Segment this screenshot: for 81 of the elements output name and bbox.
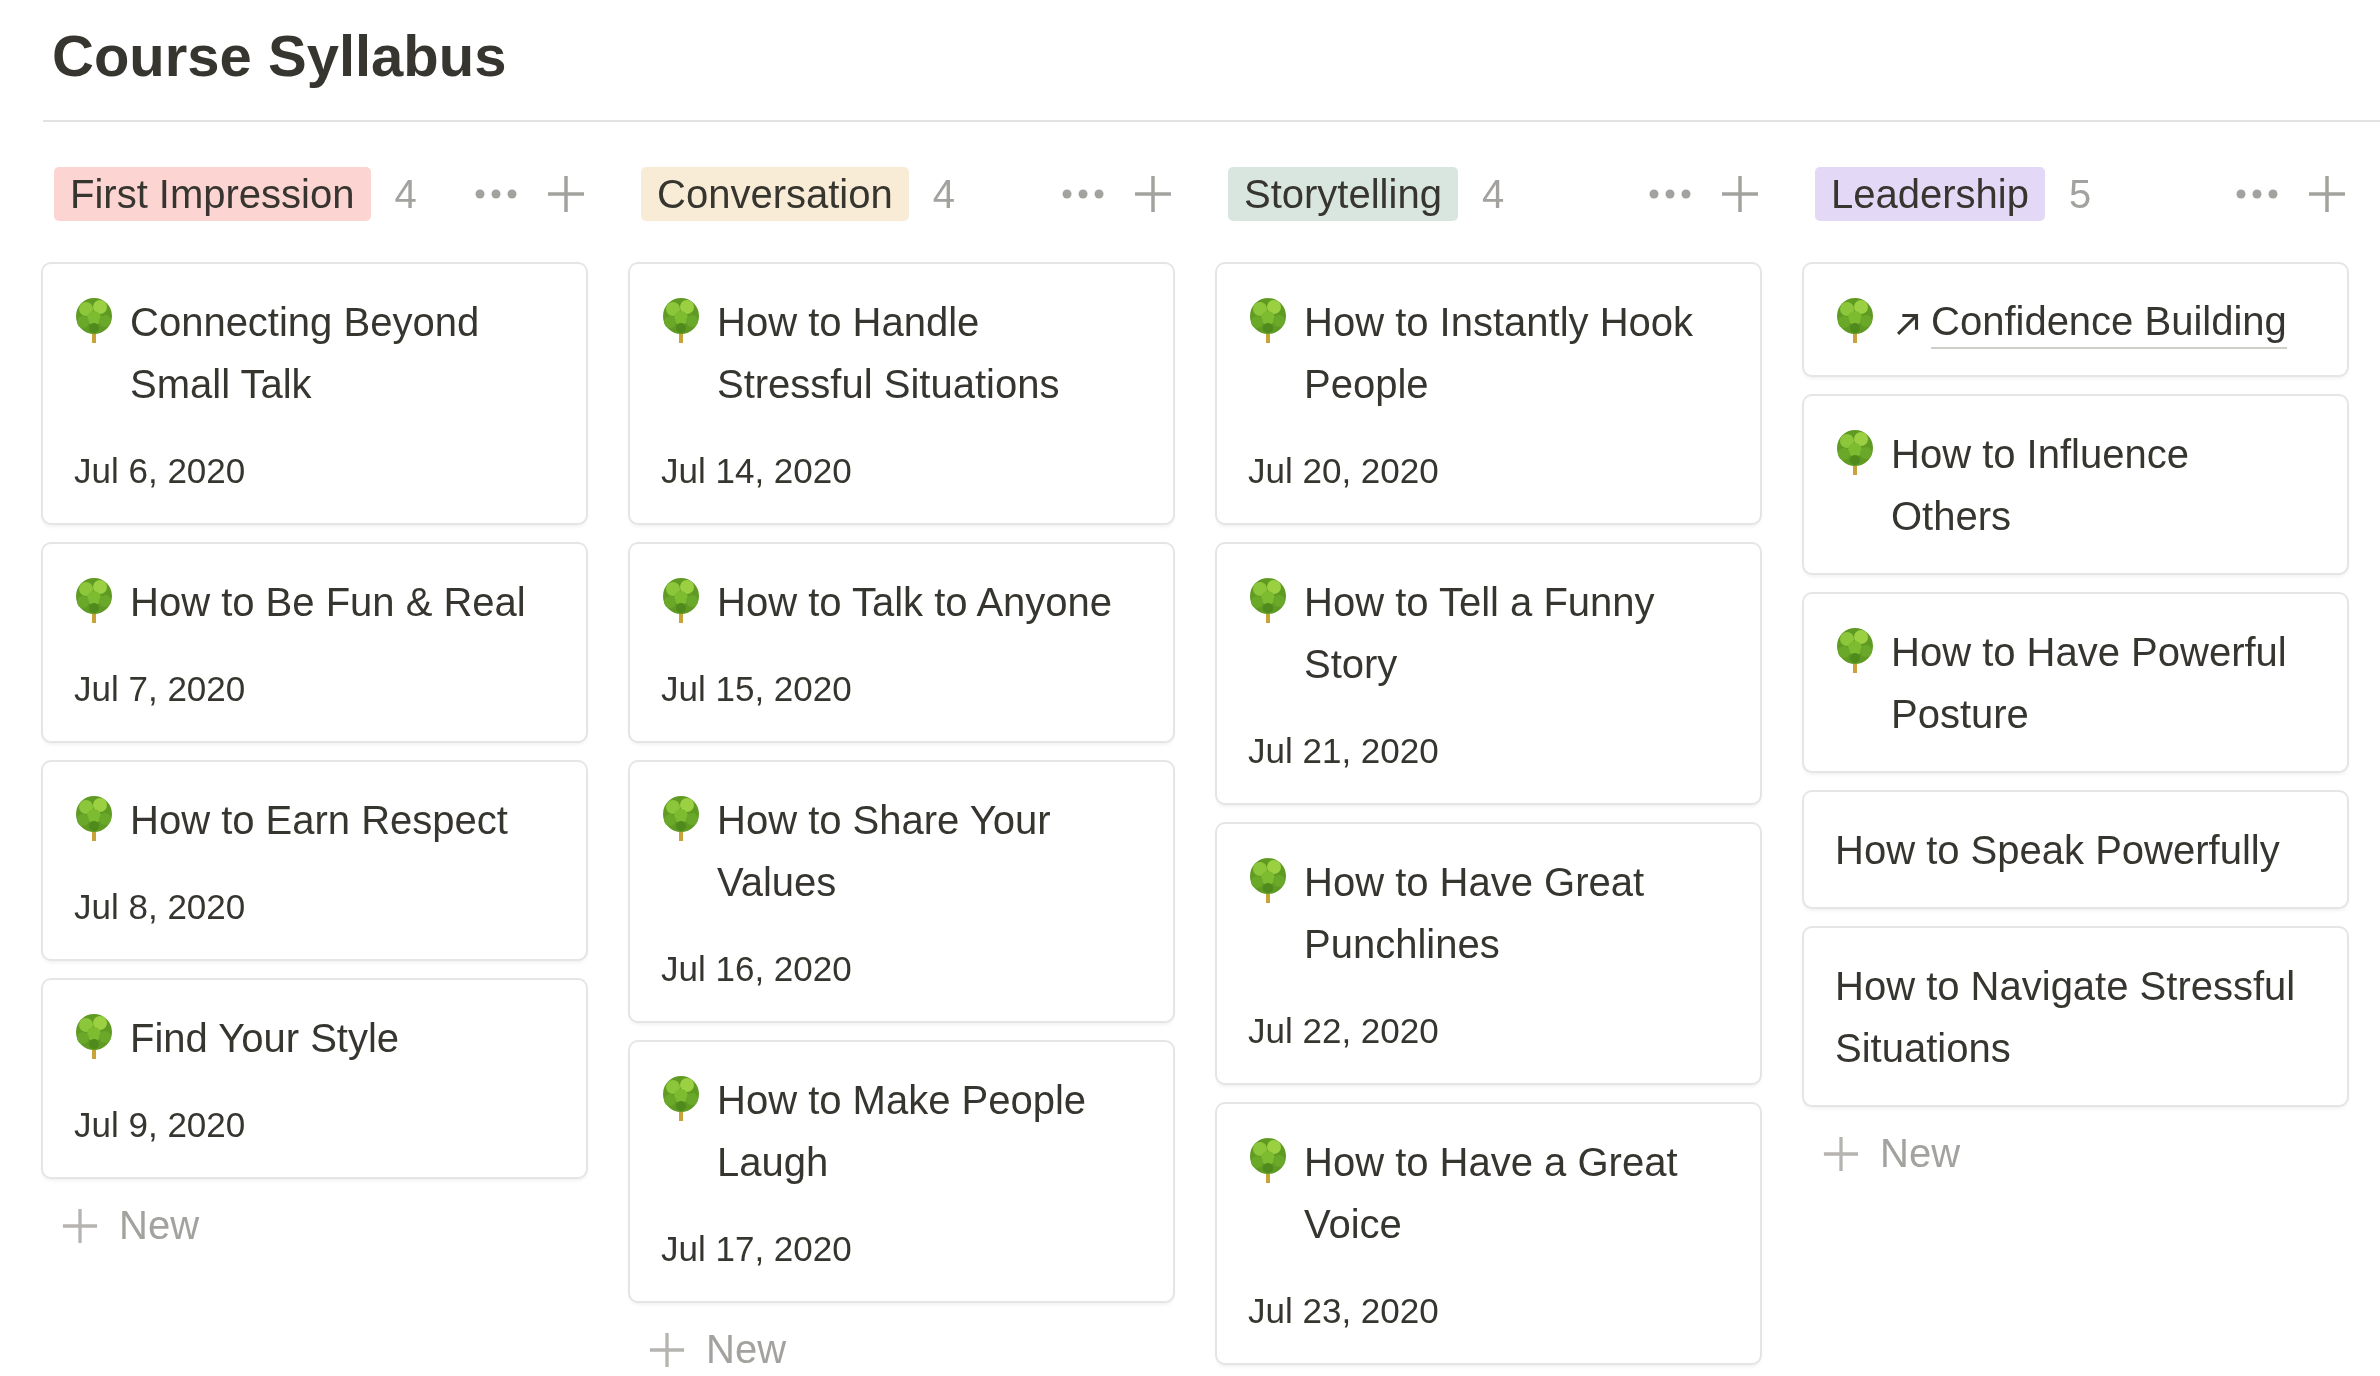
board-card[interactable]: How to Navigate Stressful Situations (1804, 928, 2347, 1105)
card-date: Jul 21, 2020 (1248, 730, 1440, 772)
tree-icon (1248, 857, 1288, 903)
tree-icon (661, 297, 701, 343)
card-title: How to Have Great Punchlines (1304, 859, 1646, 968)
tree-icon (74, 577, 114, 623)
board-card[interactable]: How to Have a Great Voice Jul 23, 2020 (1217, 1104, 1760, 1363)
card-title: How to Tell a Funny Story (1304, 579, 1656, 688)
card-title: How to Be Fun & Real (130, 579, 526, 626)
board-card[interactable]: Connecting Beyond Small Talk Jul 6, 2020 (43, 264, 586, 523)
board-card[interactable]: How to Influence Others (1804, 396, 2347, 573)
card-title: How to Have a Great Voice (1304, 1139, 1679, 1248)
add-icon[interactable] (546, 174, 586, 214)
plus-icon (648, 1330, 686, 1369)
tree-icon (1835, 429, 1875, 475)
card-title: How to Make People Laugh (717, 1077, 1088, 1186)
card-title: How to Handle Stressful Situations (717, 299, 1061, 408)
board-card[interactable]: How to Instantly Hook People Jul 20, 2020 (1217, 264, 1760, 523)
plus-icon (1822, 1134, 1860, 1173)
tree-icon (1835, 297, 1875, 343)
board-card[interactable]: Confidence Building (1804, 264, 2347, 375)
card-date: Jul 15, 2020 (661, 668, 853, 710)
card-title: How to Influence Others (1891, 431, 2190, 540)
group-tag: Storytelling (1228, 167, 1458, 221)
tree-icon (1248, 1137, 1288, 1183)
card-date: Jul 22, 2020 (1248, 1010, 1440, 1052)
board-card[interactable]: How to Earn Respect Jul 8, 2020 (43, 762, 586, 959)
board-card[interactable]: Find Your Style Jul 9, 2020 (43, 980, 586, 1177)
card-title: How to Have Powerful Posture (1891, 629, 2288, 738)
tree-icon (661, 1075, 701, 1121)
more-icon[interactable] (1061, 188, 1105, 200)
card-title: Connecting Beyond Small Talk (130, 299, 481, 408)
board-card[interactable]: How to Be Fun & Real Jul 7, 2020 (43, 544, 586, 741)
card-date: Jul 17, 2020 (661, 1228, 853, 1270)
page-link[interactable]: Confidence Building (1931, 295, 2287, 349)
tree-icon (661, 795, 701, 841)
board-card[interactable]: How to Handle Stressful Situations Jul 14, 2020 (630, 264, 1173, 523)
board-card[interactable]: How to Speak Powerfully (1804, 792, 2347, 907)
add-icon[interactable] (2307, 174, 2347, 214)
tree-icon (74, 297, 114, 343)
card-date: Jul 7, 2020 (74, 668, 247, 710)
card-date: Jul 6, 2020 (74, 450, 247, 492)
more-icon[interactable] (474, 188, 518, 200)
card-date: Jul 20, 2020 (1248, 450, 1440, 492)
card-title: How to Navigate Stressful Situations (1835, 963, 2297, 1072)
card-title: How to Share Your Values (717, 797, 1052, 906)
card-date: Jul 16, 2020 (661, 948, 853, 990)
group-tag: First Impression (54, 167, 371, 221)
tree-icon (1248, 297, 1288, 343)
card-title: How to Instantly Hook People (1304, 299, 1695, 408)
board-card[interactable]: How to Share Your Values Jul 16, 2020 (630, 762, 1173, 1021)
group-tag: Leadership (1815, 167, 2045, 221)
card-date: Jul 14, 2020 (661, 450, 853, 492)
card-count: 4 (932, 171, 955, 217)
tree-icon (74, 1013, 114, 1059)
tree-icon (1248, 577, 1288, 623)
card-count: 4 (1481, 171, 1505, 217)
board-card[interactable]: How to Have Great Punchlines Jul 22, 2020 (1217, 824, 1760, 1083)
card-title: How to Talk to Anyone (717, 579, 1113, 626)
board-card[interactable]: How to Talk to Anyone Jul 15, 2020 (630, 544, 1173, 741)
card-date: Jul 8, 2020 (74, 886, 247, 928)
group-tag: Conversation (641, 167, 909, 221)
card-title: How to Earn Respect (130, 797, 508, 844)
board-card[interactable]: How to Have Powerful Posture (1804, 594, 2347, 771)
card-title: Find Your Style (130, 1015, 400, 1062)
board-card[interactable]: How to Make People Laugh Jul 17, 2020 (630, 1042, 1173, 1301)
tree-icon (1835, 627, 1875, 673)
board-card[interactable]: How to Tell a Funny Story Jul 21, 2020 (1217, 544, 1760, 803)
add-icon[interactable] (1720, 174, 1760, 214)
plus-icon (61, 1206, 99, 1245)
card-count: 5 (2068, 171, 2092, 217)
card-date: Jul 9, 2020 (74, 1104, 247, 1146)
more-icon[interactable] (2235, 188, 2279, 200)
card-date: Jul 23, 2020 (1248, 1290, 1440, 1332)
more-icon[interactable] (1648, 188, 1692, 200)
tree-icon (74, 795, 114, 841)
add-icon[interactable] (1133, 174, 1173, 214)
tree-icon (661, 577, 701, 623)
card-title: How to Speak Powerfully (1835, 827, 2280, 874)
card-count: 4 (394, 171, 417, 217)
page-title: Course Syllabus (51, 22, 508, 90)
